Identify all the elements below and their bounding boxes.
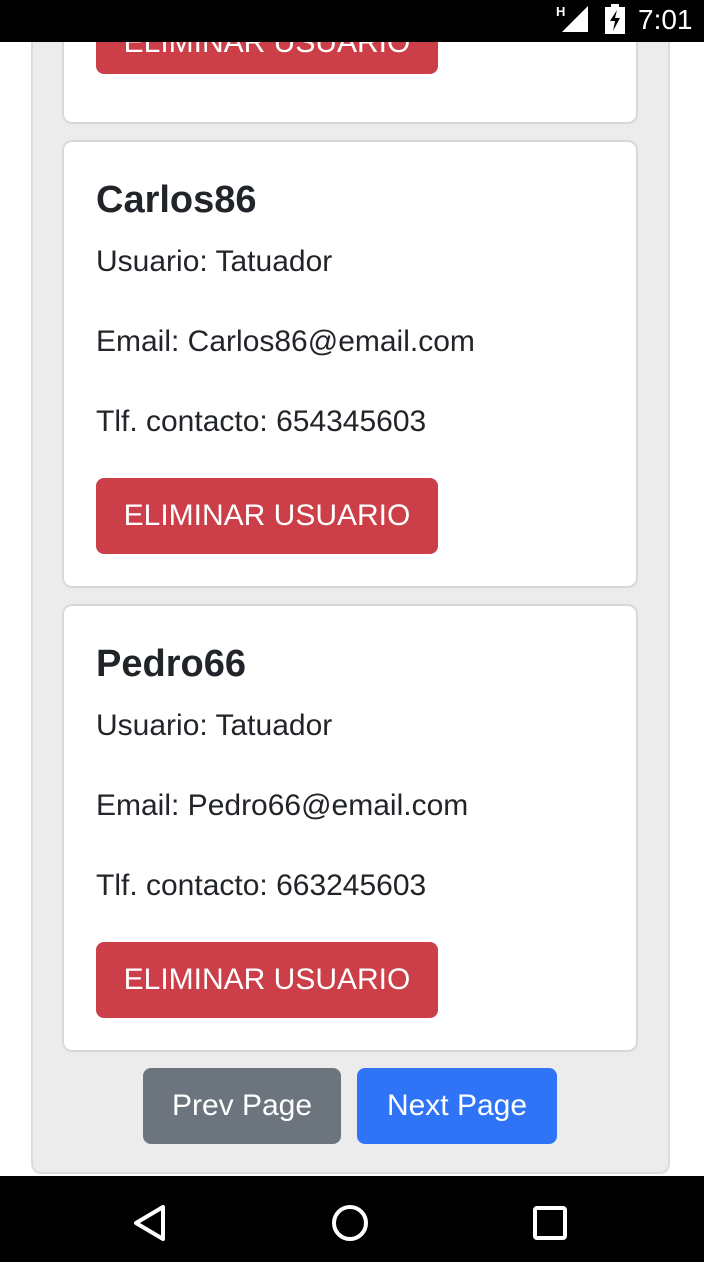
user-name: Carlos86 [96,179,257,221]
back-icon[interactable] [130,1203,170,1243]
recents-icon[interactable] [530,1203,570,1243]
status-bar: H 7:01 [0,0,704,42]
delete-user-button[interactable]: ELIMINAR USUARIO [96,942,438,1018]
signal-icon: H [556,4,588,32]
user-card: Pedro66 Usuario: Tatuador Email: Pedro66… [62,604,638,1052]
user-phone: Tlf. contacto: 663245603 [96,869,427,902]
user-type: Usuario: Tatuador [96,709,333,742]
network-type-label: H [556,4,565,19]
delete-user-button[interactable]: ELIMINAR USUARIO [96,42,438,74]
delete-user-button[interactable]: ELIMINAR USUARIO [96,478,438,554]
next-page-button[interactable]: Next Page [357,1068,557,1144]
user-phone: Tlf. contacto: 654345603 [96,405,427,438]
battery-charging-icon [605,4,625,34]
home-icon[interactable] [330,1203,370,1243]
user-email: Email: Pedro66@email.com [96,789,469,822]
user-card: Carlos86 Usuario: Tatuador Email: Carlos… [62,140,638,588]
user-email: Email: Carlos86@email.com [96,325,475,358]
user-card: ELIMINAR USUARIO [62,42,638,124]
navigation-bar [0,1176,704,1262]
user-name: Pedro66 [96,643,246,685]
prev-page-button[interactable]: Prev Page [143,1068,341,1144]
user-list-screen[interactable]: ELIMINAR USUARIO Carlos86 Usuario: Tatua… [0,42,704,1176]
user-type: Usuario: Tatuador [96,245,333,278]
status-time: 7:01 [638,4,693,35]
